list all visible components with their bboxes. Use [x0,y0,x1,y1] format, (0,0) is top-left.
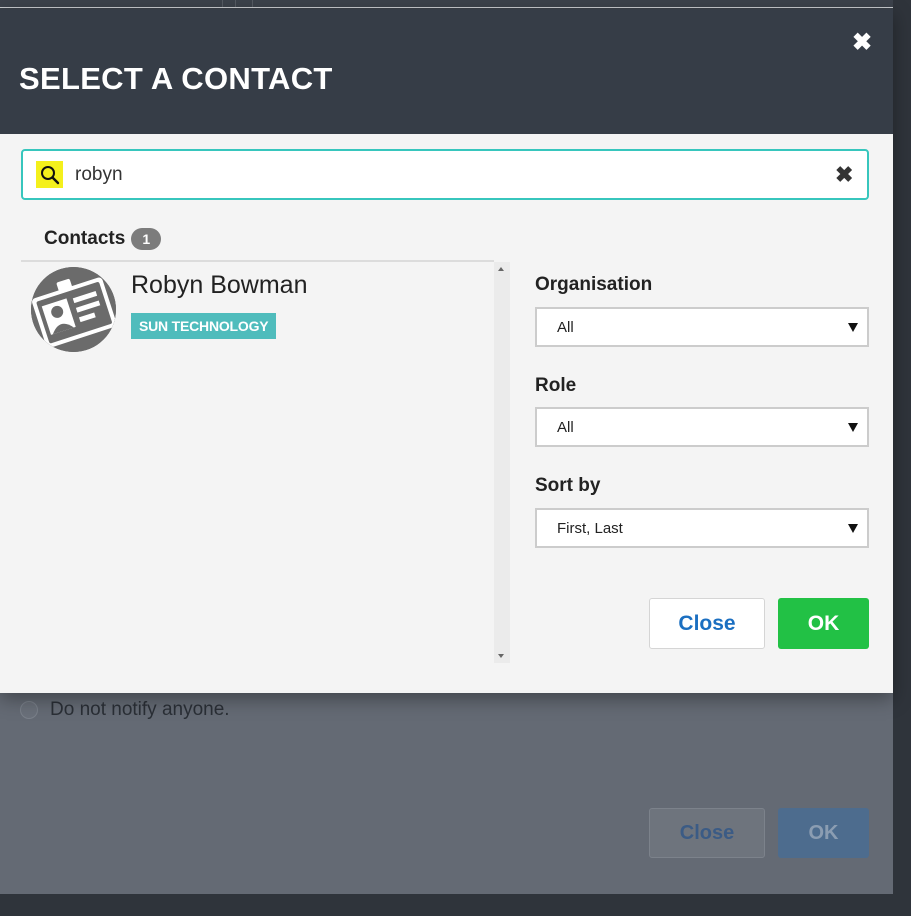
search-input[interactable] [75,161,815,189]
scroll-down-arrow-icon[interactable] [498,654,504,658]
role-select[interactable]: All [535,407,869,447]
contacts-heading-label: Contacts [44,228,126,249]
chevron-down-icon [848,524,858,533]
sort-by-label: Sort by [535,475,601,496]
contacts-count-badge: 1 [131,228,162,250]
search-box: ✖ [21,149,869,200]
scroll-up-arrow-icon[interactable] [498,267,504,271]
close-button[interactable]: Close [649,598,765,649]
search-icon [36,161,63,188]
background-divider [222,0,223,7]
contacts-heading: Contacts 1 [44,228,162,250]
background-page [0,693,893,894]
chevron-down-icon [848,323,858,332]
role-label: Role [535,375,577,396]
list-item[interactable]: Robyn Bowman SUN TECHNOLOGY [31,267,491,357]
clear-icon[interactable]: ✖ [835,164,853,186]
contact-list: Robyn Bowman SUN TECHNOLOGY [21,260,494,663]
organisation-select-value: All [557,319,574,336]
organisation-tag: SUN TECHNOLOGY [131,313,277,339]
background-close-button: Close [649,808,765,858]
list-scrollbar[interactable] [494,262,510,663]
background-right-edge [893,0,911,916]
id-card-avatar-icon [31,267,116,352]
background-bottom-edge [0,894,911,916]
dialog-title: SELECT A CONTACT [19,61,333,96]
background-radio-label: Do not notify anyone. [50,699,230,720]
background-top-bar [0,0,893,8]
contact-name: Robyn Bowman [131,271,308,299]
background-divider [235,0,236,7]
background-divider [252,0,253,7]
close-icon[interactable]: ✖ [852,31,872,55]
organisation-label: Organisation [535,274,653,295]
ok-button[interactable]: OK [778,598,869,649]
sort-by-select-value: First, Last [557,520,623,537]
sort-by-select[interactable]: First, Last [535,508,869,548]
organisation-select[interactable]: All [535,307,869,347]
background-ok-button: OK [778,808,869,858]
chevron-down-icon [848,423,858,432]
role-select-value: All [557,419,574,436]
background-radio [20,701,38,719]
dialog-header: SELECT A CONTACT ✖ [0,9,893,134]
